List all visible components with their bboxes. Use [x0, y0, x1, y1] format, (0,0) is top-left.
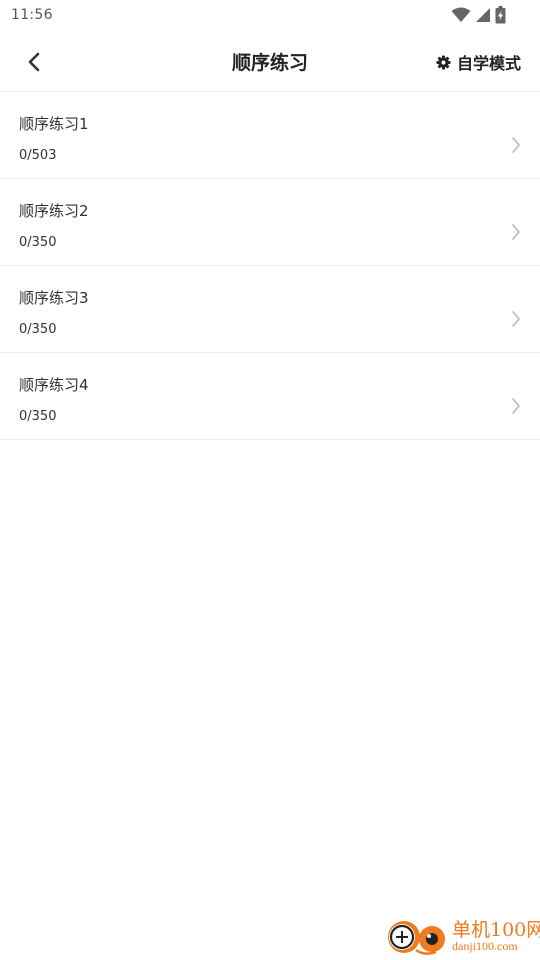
practice-item-title: 顺序练习2 — [19, 202, 89, 220]
back-button[interactable] — [16, 46, 52, 78]
practice-item-title: 顺序练习1 — [19, 115, 89, 133]
practice-item-title: 顺序练习4 — [19, 376, 89, 394]
practice-item-progress: 0/503 — [19, 148, 57, 163]
watermark: 单机100网 danji100.com — [386, 914, 540, 958]
signal-icon — [476, 8, 490, 22]
battery-charging-icon — [495, 6, 506, 24]
status-time: 11:56 — [11, 7, 53, 23]
app-bar: 顺序练习 自学模式 — [0, 32, 540, 92]
chevron-right-icon — [512, 311, 520, 327]
practice-item-4[interactable]: 顺序练习4 0/350 — [0, 353, 540, 440]
self-study-mode-button[interactable]: 自学模式 — [436, 50, 521, 74]
practice-item-progress: 0/350 — [19, 322, 57, 337]
self-study-mode-label: 自学模式 — [456, 54, 521, 73]
practice-item-progress: 0/350 — [19, 235, 57, 250]
practice-item-3[interactable]: 顺序练习3 0/350 — [0, 266, 540, 353]
practice-item-1[interactable]: 顺序练习1 0/503 — [0, 92, 540, 179]
chevron-right-icon — [512, 398, 520, 414]
danji100-logo-icon — [388, 921, 445, 955]
chevron-right-icon — [512, 137, 520, 153]
practice-item-2[interactable]: 顺序练习2 0/350 — [0, 179, 540, 266]
watermark-name: 单机100网 — [452, 919, 540, 941]
wifi-icon — [451, 7, 471, 22]
gear-icon — [436, 54, 451, 70]
status-icons — [451, 6, 506, 24]
watermark-url: danji100.com — [452, 939, 518, 953]
practice-list: 顺序练习1 0/503 顺序练习2 0/350 顺序练习3 0/350 顺序练习… — [0, 92, 540, 440]
practice-item-title: 顺序练习3 — [19, 289, 89, 307]
chevron-left-icon — [28, 52, 40, 72]
status-bar: 11:56 — [0, 0, 540, 32]
chevron-right-icon — [512, 224, 520, 240]
practice-item-progress: 0/350 — [19, 409, 57, 424]
